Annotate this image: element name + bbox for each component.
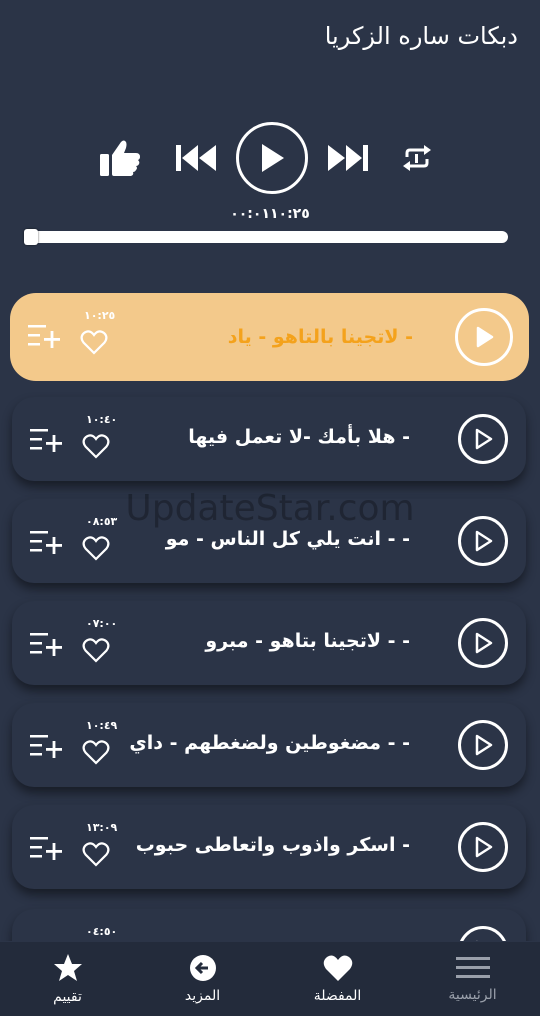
play-icon xyxy=(475,734,493,756)
add-to-playlist-button[interactable] xyxy=(30,939,64,941)
add-to-playlist-button[interactable] xyxy=(30,631,64,661)
favorite-button[interactable] xyxy=(82,841,110,871)
track-row[interactable]: - هلا بأمك -لا تعمل فيها ١٠:٤٠ xyxy=(12,397,526,481)
track-play-button[interactable] xyxy=(458,414,508,464)
heart-icon xyxy=(82,434,110,459)
playlist-add-icon xyxy=(28,325,60,348)
add-to-playlist-button[interactable] xyxy=(28,323,62,353)
play-icon xyxy=(475,836,493,858)
menu-icon xyxy=(455,957,490,978)
nav-home-label: الرئيسية xyxy=(448,987,497,1003)
skip-previous-icon xyxy=(176,145,216,171)
track-duration: ١٠:٤٩ xyxy=(86,719,118,732)
track-play-button[interactable] xyxy=(458,720,508,770)
star-icon xyxy=(53,954,82,981)
track-row[interactable]: - - انت يلي كل الناس - مو ٠٨:٥٣ xyxy=(12,499,526,583)
next-button[interactable] xyxy=(326,140,370,176)
track-row[interactable]: - - لاتجينا بتاهو - مبرو ٠٧:٠٠ xyxy=(12,601,526,685)
thumbs-up-icon xyxy=(100,140,140,176)
track-row[interactable]: - - مضغوطين ولضغطهم - داي ١٠:٤٩ xyxy=(12,703,526,787)
track-title: - هلا بأمك -لا تعمل فيها xyxy=(188,426,410,448)
nav-more[interactable]: المزيد xyxy=(135,942,270,1016)
track-row[interactable]: - لاتجينا بالتاهو - ياد ١٠:٢٥ xyxy=(10,293,529,381)
favorite-button[interactable] xyxy=(82,637,110,667)
skip-next-icon xyxy=(328,145,368,171)
play-icon xyxy=(476,940,478,941)
nav-favorites-label: المفضلة xyxy=(313,988,362,1004)
track-duration: ٠٨:٥٣ xyxy=(86,515,118,528)
repeat-button[interactable] xyxy=(398,140,436,176)
favorite-button[interactable] xyxy=(82,739,110,769)
track-play-button[interactable] xyxy=(458,618,508,668)
add-to-playlist-button[interactable] xyxy=(30,529,64,559)
track-play-button[interactable] xyxy=(458,516,508,566)
play-icon xyxy=(475,530,493,552)
previous-button[interactable] xyxy=(174,140,218,176)
track-title: - اسكر واذوب واتعاطى حبوب xyxy=(135,834,410,856)
nav-more-label: المزيد xyxy=(184,988,221,1004)
bottom-nav: تقييم المزيد المفضلة الرئيسية xyxy=(0,942,540,1016)
favorite-button[interactable] xyxy=(80,329,108,359)
track-title: - - مضغوطين ولضغطهم - داي xyxy=(129,732,410,754)
progress-thumb[interactable] xyxy=(24,229,38,245)
track-duration: ١٣:٠٩ xyxy=(86,821,118,834)
time-readout: ٠٠:٠١١٠:٢٥ xyxy=(230,206,310,222)
track-play-button[interactable] xyxy=(458,822,508,872)
heart-icon xyxy=(82,842,110,867)
play-button[interactable] xyxy=(236,122,308,194)
like-button[interactable] xyxy=(98,138,142,178)
add-to-playlist-button[interactable] xyxy=(30,733,64,763)
track-play-button[interactable] xyxy=(455,308,513,366)
track-title: - - لاتجينا بتاهو - مبرو xyxy=(205,630,410,652)
heart-icon xyxy=(82,740,110,765)
repeat-icon xyxy=(403,145,431,171)
track-play-button[interactable] xyxy=(458,926,508,941)
nav-favorites[interactable]: المفضلة xyxy=(270,942,405,1016)
app-title: دبكات ساره الزكريا xyxy=(324,22,518,50)
nav-home[interactable]: الرئيسية xyxy=(405,942,540,1016)
playlist-add-icon xyxy=(30,939,64,941)
track-duration: ١٠:٤٠ xyxy=(86,413,118,426)
heart-icon xyxy=(323,955,352,981)
playlist-add-icon xyxy=(30,837,62,860)
track-row[interactable]: - اسكر واذوب واتعاطى حبوب ١٣:٠٩ xyxy=(12,805,526,889)
add-to-playlist-button[interactable] xyxy=(30,427,64,457)
play-icon xyxy=(476,326,494,348)
track-title: - لاتجينا بالتاهو - ياد xyxy=(227,326,413,348)
progress-bar[interactable] xyxy=(24,229,508,245)
track-title: - - انت يلي كل الناس - مو xyxy=(165,528,410,550)
track-duration: ٠٤:٥٠ xyxy=(86,925,118,938)
nav-rate-label: تقييم xyxy=(53,989,82,1005)
track-row[interactable]: ٠٤:٥٠ xyxy=(12,909,526,941)
playlist-add-icon xyxy=(30,735,62,758)
arrow-left-circle-icon xyxy=(189,955,216,981)
heart-icon xyxy=(82,638,110,663)
playlist-add-icon xyxy=(30,531,62,554)
playlist-add-icon xyxy=(30,429,62,452)
track-list: - لاتجينا بالتاهو - ياد ١٠:٢٥ - هلا بأمك -… xyxy=(0,293,540,941)
play-icon xyxy=(475,428,493,450)
playlist-add-icon xyxy=(30,633,62,656)
heart-icon xyxy=(80,330,108,355)
favorite-button[interactable] xyxy=(82,433,110,463)
play-icon xyxy=(475,632,493,654)
heart-icon xyxy=(82,536,110,561)
nav-rate[interactable]: تقييم xyxy=(0,942,135,1016)
track-duration: ٠٧:٠٠ xyxy=(86,617,118,630)
favorite-button[interactable] xyxy=(82,535,110,565)
add-to-playlist-button[interactable] xyxy=(30,835,64,865)
play-icon xyxy=(262,144,284,172)
track-duration: ١٠:٢٥ xyxy=(84,309,116,322)
player-controls xyxy=(0,122,540,194)
